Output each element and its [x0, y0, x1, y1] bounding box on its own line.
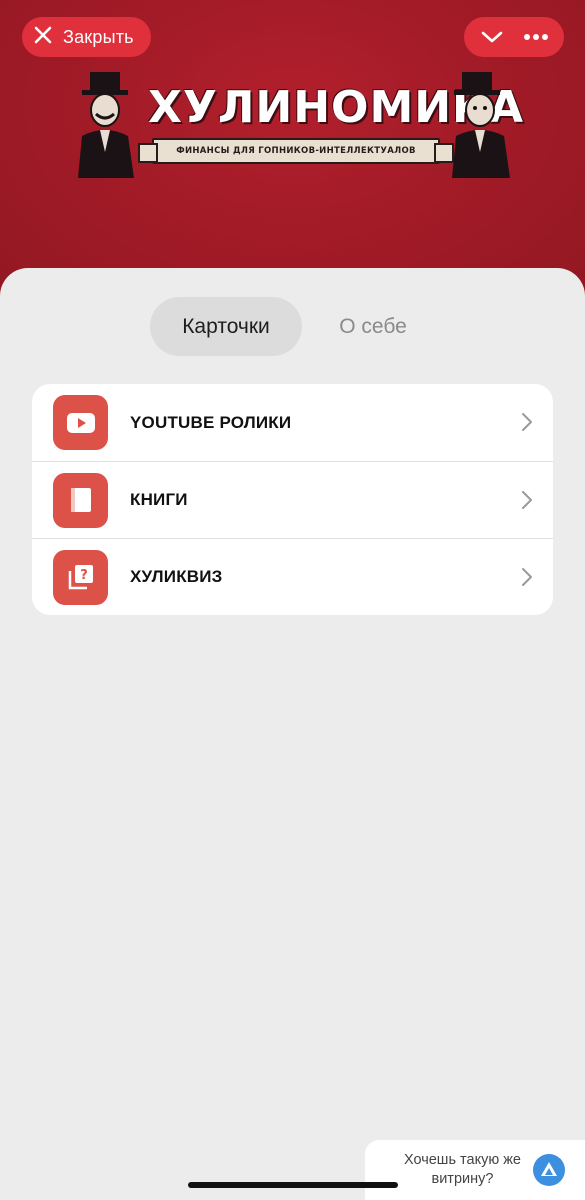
list-item-books[interactable]: КНИГИ: [32, 461, 553, 538]
chevron-right-icon: [522, 491, 532, 509]
cta-text: Хочешь такую же витрину?: [404, 1151, 521, 1189]
more-dots-icon[interactable]: [519, 20, 553, 54]
brand-logo: ХУЛИНОМИКА ФИНАНСЫ ДЛЯ ГОПНИКОВ-ИНТЕЛЛЕК…: [70, 68, 525, 180]
content-sheet: Карточки О себе YOUTUBE РОЛИКИ КНИГИ ? Х…: [0, 268, 585, 1200]
links-card: YOUTUBE РОЛИКИ КНИГИ ? ХУЛИКВИЗ: [32, 384, 553, 615]
cta-text-line2: витрину?: [431, 1171, 494, 1187]
list-item-label: КНИГИ: [130, 490, 188, 509]
quiz-icon: ?: [53, 549, 108, 605]
logo-title: ХУЛИНОМИКА: [148, 82, 525, 133]
left-figure-illustration: [78, 72, 134, 178]
close-label: Закрыть: [63, 26, 134, 47]
book-icon: [53, 472, 108, 528]
close-button[interactable]: Закрыть: [22, 17, 151, 57]
right-figure-illustration: [452, 72, 510, 178]
close-icon: [33, 25, 53, 50]
home-indicator: [188, 1182, 398, 1188]
list-item-quiz[interactable]: ? ХУЛИКВИЗ: [32, 538, 553, 615]
tab-cards[interactable]: Карточки: [150, 297, 302, 356]
logo-subtitle: ФИНАНСЫ ДЛЯ ГОПНИКОВ-ИНТЕЛЛЕКТУАЛОВ: [176, 146, 416, 156]
list-item-youtube[interactable]: YOUTUBE РОЛИКИ: [32, 384, 553, 461]
header-actions: [464, 17, 564, 57]
list-item-label: YOUTUBE РОЛИКИ: [130, 412, 292, 432]
list-item-label: ХУЛИКВИЗ: [130, 567, 223, 586]
chevron-right-icon: [522, 413, 532, 431]
chevron-down-icon[interactable]: [475, 20, 509, 54]
svg-text:?: ?: [80, 568, 88, 583]
logo-ribbon: ФИНАНСЫ ДЛЯ ГОПНИКОВ-ИНТЕЛЛЕКТУАЛОВ: [138, 138, 454, 164]
app-logo-icon: [533, 1154, 565, 1186]
create-showcase-cta[interactable]: Хочешь такую же витрину?: [365, 1140, 585, 1200]
chevron-right-icon: [522, 568, 532, 586]
cta-text-line1: Хочешь такую же: [403, 1152, 521, 1168]
tab-about[interactable]: О себе: [302, 297, 444, 356]
header-banner: Закрыть ХУЛИНОМИКА ФИНАНСЫ ДЛЯ ГОПНИКОВ-…: [0, 0, 585, 300]
tab-bar: Карточки О себе: [150, 297, 444, 356]
youtube-icon: [53, 395, 108, 450]
